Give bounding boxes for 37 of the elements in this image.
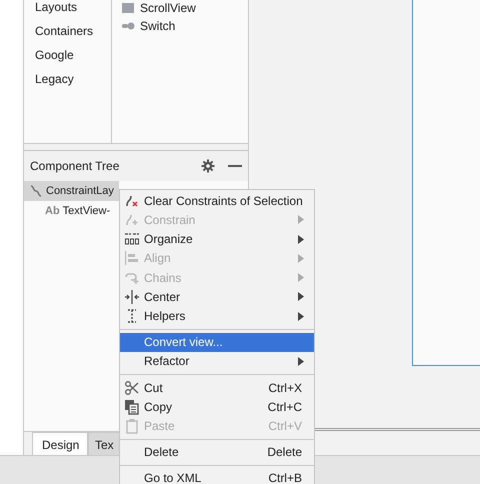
menu-item[interactable]: Helpers [120, 306, 314, 326]
switch-icon [121, 20, 135, 32]
tree-label: ConstraintLay [46, 185, 114, 197]
clipboard-icon [124, 418, 140, 434]
menu-item[interactable]: Copy Ctrl+C [120, 397, 314, 416]
copy-icon [124, 398, 140, 415]
menu-item[interactable]: Cut Ctrl+X [120, 378, 314, 398]
scroll-view-icon [121, 2, 135, 14]
tree-label: TextView- [62, 205, 110, 217]
scissors-icon [124, 380, 140, 396]
align-left-icon [124, 250, 140, 266]
type-label: Ab [45, 205, 60, 217]
menu-item[interactable]: Delete Delete [120, 442, 314, 462]
editor-tab[interactable]: Design [32, 432, 88, 455]
menu-item[interactable]: Clear Constraints of Selection [120, 191, 314, 210]
center-icon [124, 288, 140, 305]
menu-item[interactable]: Go to XML Ctrl+B [120, 468, 314, 484]
menu-item[interactable]: Refactor [120, 352, 314, 372]
panel-title: Component Tree [30, 159, 120, 173]
palette-category[interactable]: Legacy [35, 67, 111, 91]
palette-category[interactable]: Google [35, 43, 111, 67]
menu-item[interactable]: Convert view... [120, 332, 314, 352]
editor-tab[interactable]: Tex [88, 432, 119, 455]
menu-item[interactable]: Center [120, 287, 314, 306]
submenu-arrow-icon [298, 312, 304, 321]
distribute-icon [124, 231, 140, 248]
tree-row[interactable]: Ab TextView- [24, 201, 119, 221]
settings-icon[interactable] [201, 159, 215, 173]
tree-row[interactable]: ConstraintLay [24, 181, 119, 201]
palette-widget[interactable]: ScrollView [140, 1, 196, 15]
menu-item[interactable]: Organize [120, 229, 314, 249]
palette-category[interactable]: Layouts [35, 0, 111, 19]
submenu-arrow-icon [298, 215, 304, 224]
layout-icon [29, 184, 43, 198]
palette-category[interactable]: Containers [35, 19, 111, 43]
palette-widget[interactable]: Switch [140, 19, 176, 33]
submenu-arrow-icon [298, 356, 304, 366]
